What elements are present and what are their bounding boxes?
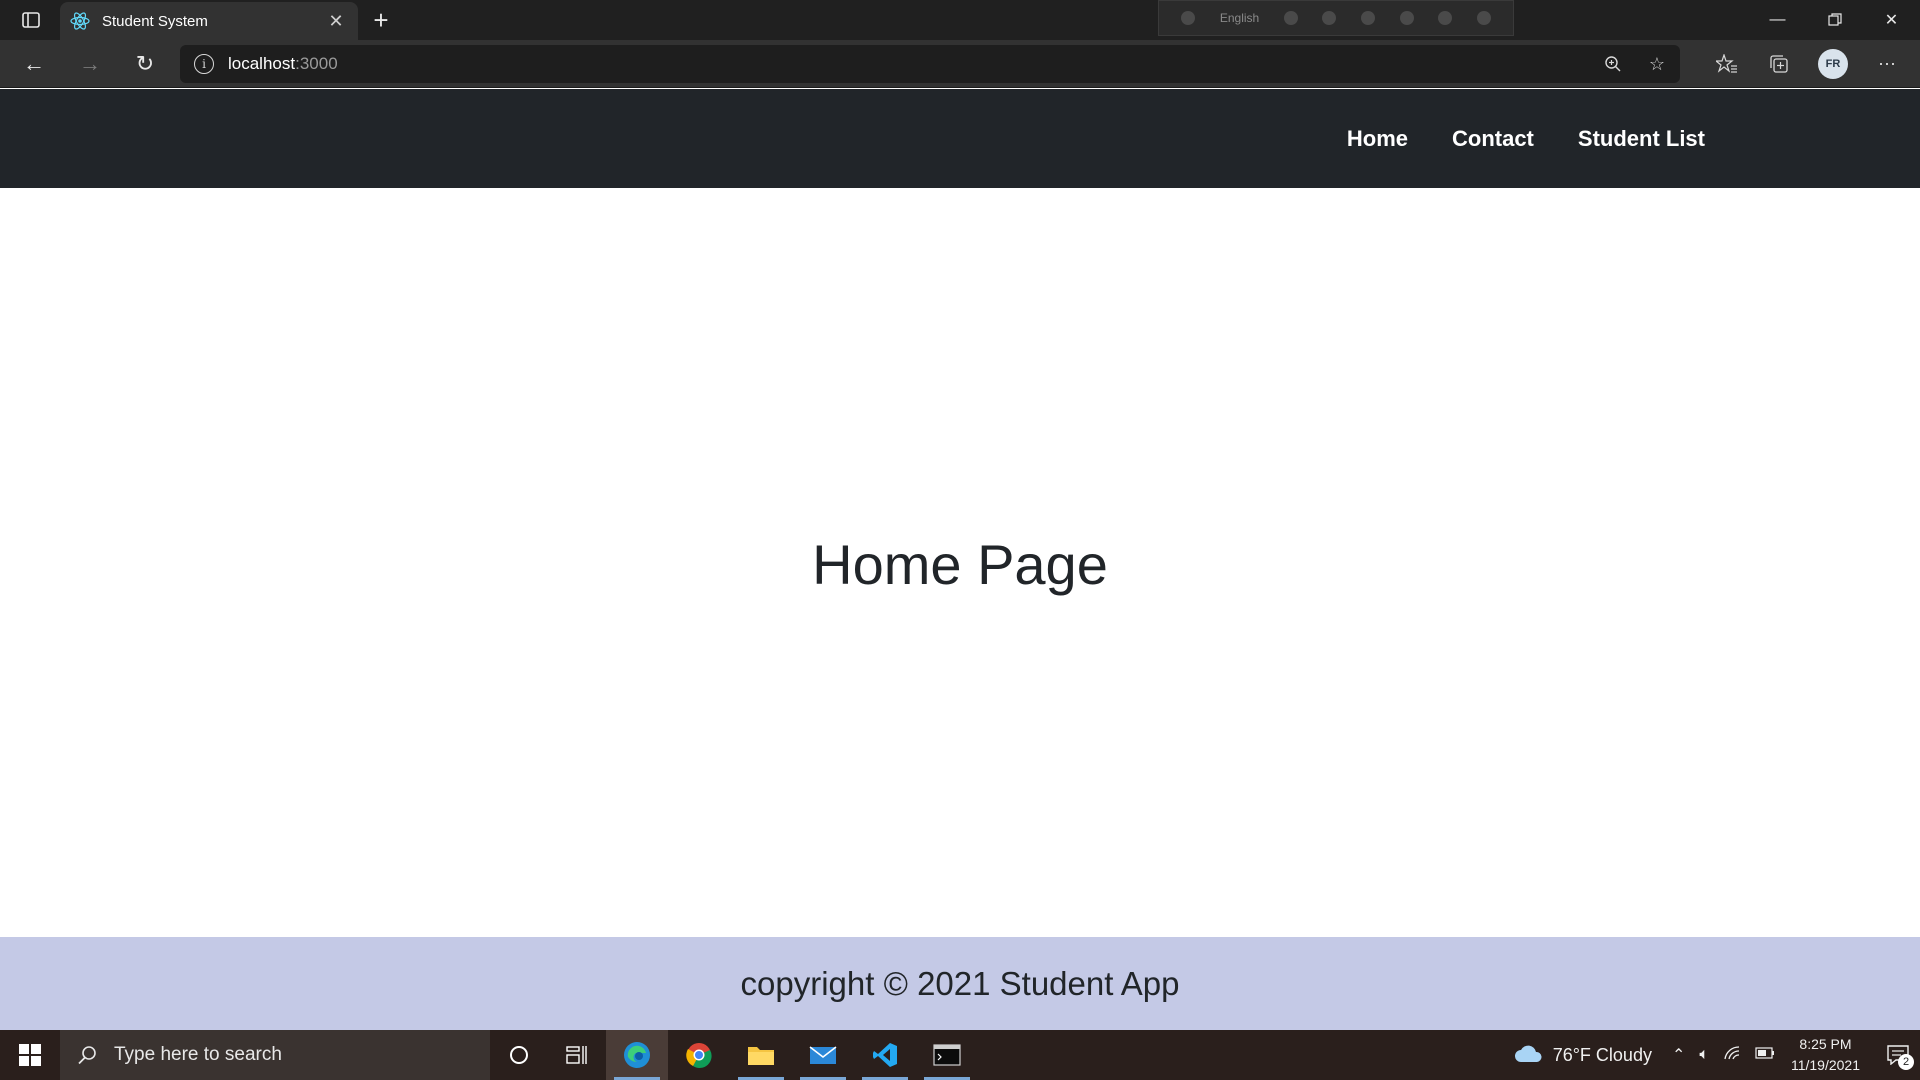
- nav-link-student-list[interactable]: Student List: [1578, 126, 1705, 152]
- browser-tab[interactable]: Student System ✕: [60, 2, 358, 40]
- restore-icon[interactable]: [1806, 0, 1863, 40]
- ime-hat-icon[interactable]: [1283, 11, 1298, 25]
- more-options-icon[interactable]: ⋯: [1874, 51, 1900, 77]
- clock-time: 8:25 PM: [1799, 1036, 1852, 1052]
- page-title: Home Page: [812, 533, 1108, 596]
- main-content: Home Page: [0, 188, 1920, 937]
- ime-toolbar: English: [1158, 0, 1514, 36]
- chrome-taskbar-icon[interactable]: [668, 1030, 730, 1080]
- clock-date: 11/19/2021: [1790, 1057, 1860, 1073]
- taskbar-clock[interactable]: 8:25 PM 11/19/2021: [1791, 1034, 1860, 1076]
- cortana-icon[interactable]: [490, 1030, 548, 1080]
- footer-copyright: copyright © 2021 Student App: [740, 964, 1180, 1002]
- battery-icon[interactable]: [1755, 1046, 1775, 1064]
- site-footer: copyright © 2021 Student App: [0, 937, 1920, 1030]
- system-tray: 76°F Cloudy ⌃ 🔈︎ 8:25 PM 11/19/2021 2: [1513, 1030, 1920, 1080]
- minimize-icon[interactable]: —: [1749, 0, 1806, 40]
- mail-icon[interactable]: [792, 1030, 854, 1080]
- react-icon: [70, 11, 90, 31]
- vscode-icon[interactable]: [854, 1030, 916, 1080]
- cloud-icon: [1513, 1042, 1543, 1069]
- weather-text: 76°F Cloudy: [1552, 1044, 1652, 1065]
- search-placeholder: Type here to search: [114, 1044, 282, 1065]
- edge-taskbar-icon[interactable]: [606, 1030, 668, 1080]
- site-navbar: Home Contact Student List: [0, 89, 1920, 188]
- ime-help-icon[interactable]: [1438, 11, 1453, 25]
- nav-link-home[interactable]: Home: [1347, 126, 1408, 152]
- weather-widget[interactable]: 76°F Cloudy: [1513, 1042, 1652, 1069]
- search-icon: [76, 1044, 102, 1066]
- close-tab-icon[interactable]: ✕: [326, 11, 346, 31]
- ime-language[interactable]: English: [1220, 11, 1259, 25]
- ime-brush-icon[interactable]: [1322, 11, 1337, 25]
- task-view-icon[interactable]: [548, 1030, 606, 1080]
- favorites-icon[interactable]: [1714, 51, 1740, 77]
- tab-actions-icon[interactable]: [14, 8, 48, 32]
- file-explorer-icon[interactable]: [730, 1030, 792, 1080]
- terminal-icon[interactable]: [916, 1030, 978, 1080]
- window-controls: — ✕: [1749, 0, 1920, 40]
- profile-avatar[interactable]: FR: [1818, 49, 1848, 79]
- zoom-icon[interactable]: [1600, 51, 1626, 77]
- notification-center-icon[interactable]: 2: [1876, 1030, 1920, 1080]
- close-window-icon[interactable]: ✕: [1863, 0, 1920, 40]
- new-tab-button[interactable]: +: [366, 6, 396, 34]
- ime-settings-icon[interactable]: [1360, 11, 1375, 25]
- refresh-icon[interactable]: ↻: [127, 48, 163, 80]
- add-favorite-icon[interactable]: ☆: [1644, 51, 1670, 77]
- notification-count-badge: 2: [1898, 1054, 1914, 1070]
- address-bar[interactable]: i localhost:3000 ☆: [180, 45, 1680, 83]
- windows-taskbar: Type here to search 76°F Cloudy ⌃ 🔈︎ 8:2…: [0, 1030, 1920, 1080]
- windows-start-icon[interactable]: [0, 1030, 60, 1080]
- back-arrow-icon[interactable]: ←: [16, 48, 52, 80]
- taskbar-search-input[interactable]: Type here to search: [60, 1030, 490, 1080]
- url-port: :3000: [295, 54, 338, 73]
- chevron-up-icon[interactable]: ⌃: [1672, 1045, 1685, 1065]
- collections-icon[interactable]: [1766, 51, 1792, 77]
- nav-link-contact[interactable]: Contact: [1452, 126, 1534, 152]
- ime-info-icon[interactable]: [1476, 11, 1491, 25]
- tab-title: Student System: [102, 12, 208, 30]
- volume-icon[interactable]: 🔈︎: [1699, 1046, 1709, 1064]
- browser-toolbar: ← → ↻ i localhost:3000 ☆ FR ⋯: [0, 40, 1920, 88]
- browser-tab-bar: Student System ✕ + English — ✕: [0, 0, 1920, 40]
- site-info-icon[interactable]: i: [194, 54, 214, 74]
- wifi-icon[interactable]: [1723, 1045, 1741, 1066]
- forward-arrow-icon[interactable]: →: [72, 48, 108, 80]
- ime-browser-icon[interactable]: [1399, 11, 1414, 25]
- ime-logo-icon[interactable]: [1181, 11, 1196, 25]
- url-host: localhost: [228, 54, 296, 73]
